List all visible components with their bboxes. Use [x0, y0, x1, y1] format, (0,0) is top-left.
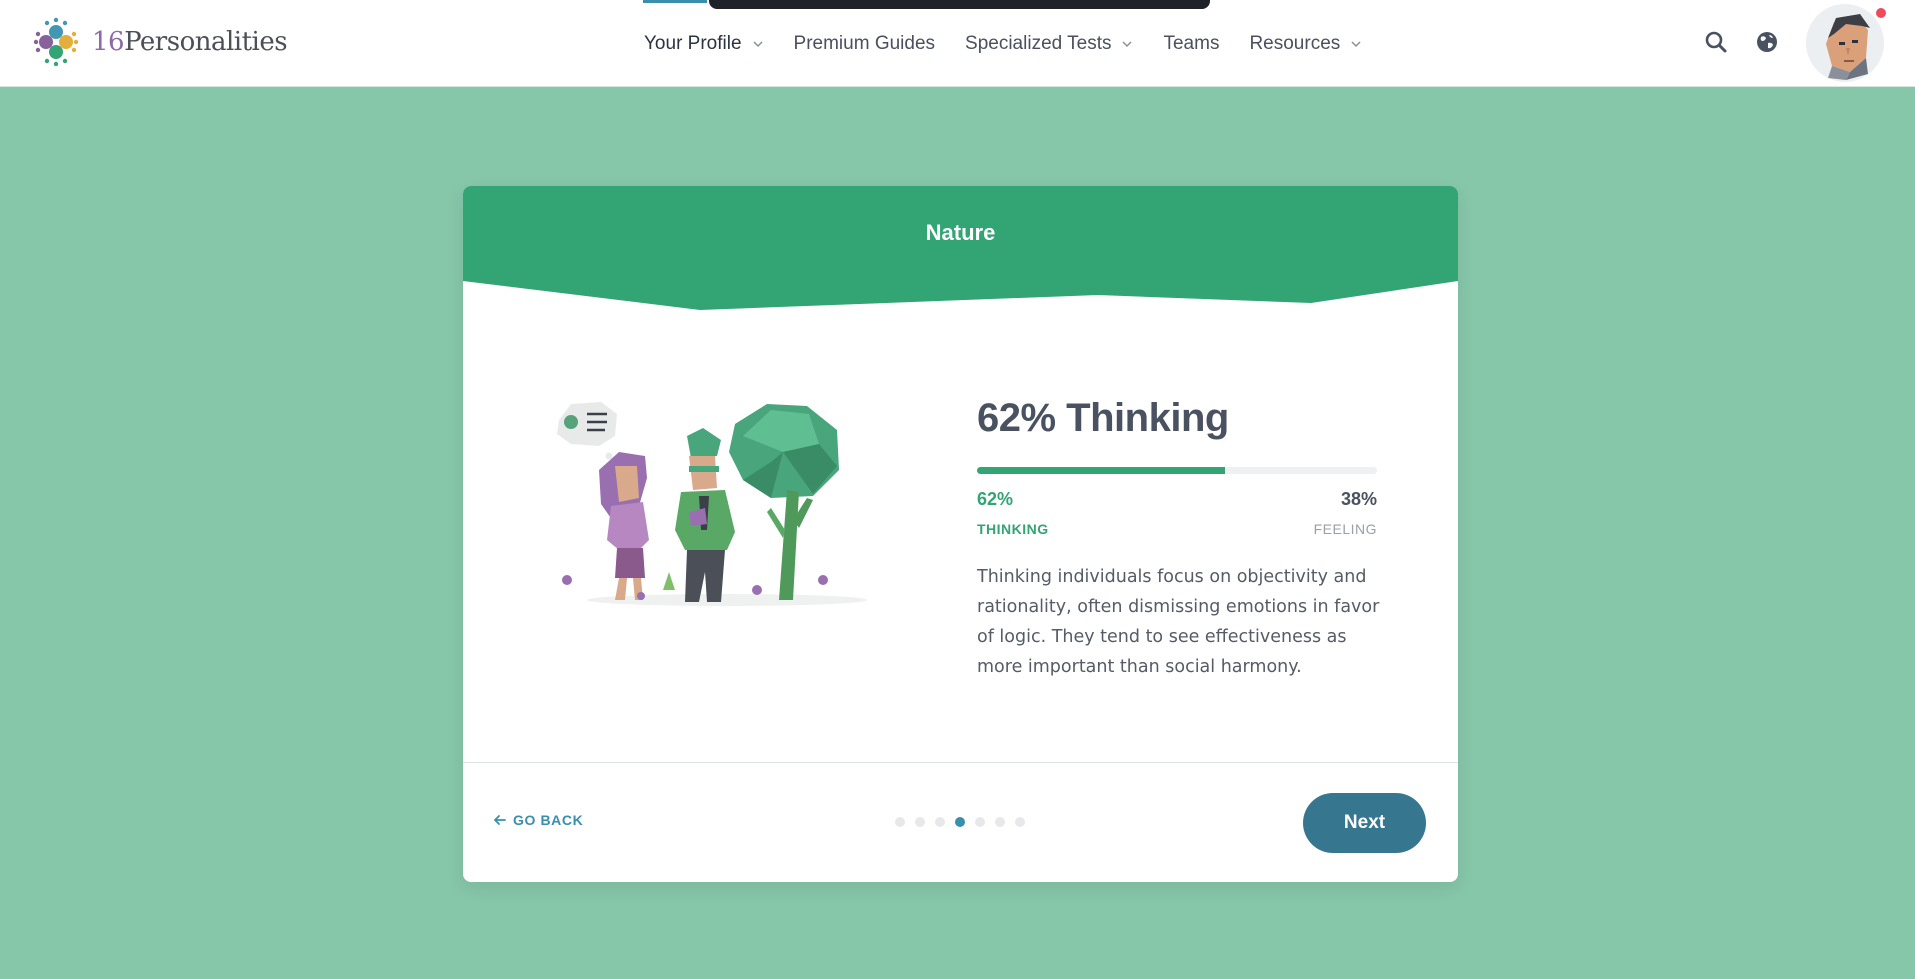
thinking-percentage: 62% — [977, 489, 1014, 509]
trait-progress-bar — [977, 467, 1377, 474]
pager-dot[interactable] — [955, 817, 965, 827]
pager-dot[interactable] — [935, 817, 945, 827]
chevron-down-icon — [1351, 40, 1361, 47]
pager-dot[interactable] — [915, 817, 925, 827]
pager-dot[interactable] — [895, 817, 905, 827]
top-navigation-bar: 16Personalities Your Profile Premium Gui… — [0, 0, 1915, 87]
nav-premium-guides[interactable]: Premium Guides — [794, 33, 936, 55]
chevron-down-icon — [753, 40, 763, 47]
site-logo[interactable]: 16Personalities — [28, 14, 288, 70]
feeling-label: FEELING — [1313, 521, 1377, 537]
logo-wordmark: 16Personalities — [92, 27, 288, 57]
search-icon[interactable] — [1700, 26, 1732, 58]
card-header: Nature — [463, 186, 1458, 312]
nav-teams[interactable]: Teams — [1163, 33, 1219, 55]
chevron-down-icon — [1122, 40, 1133, 47]
feeling-percentage: 38% — [1340, 489, 1377, 509]
arrow-left-icon — [494, 815, 506, 825]
trait-progress-fill — [977, 467, 1225, 474]
pager-dots — [895, 817, 1025, 827]
main-nav: Your Profile Premium Guides Specialized … — [644, 0, 1362, 87]
logo-dots-icon — [28, 14, 84, 70]
globe-icon[interactable] — [1751, 26, 1783, 58]
go-back-button[interactable]: GO BACK — [493, 812, 583, 828]
nav-specialized-tests[interactable]: Specialized Tests — [965, 33, 1133, 55]
thinking-label: THINKING — [977, 521, 1049, 537]
thinking-illustration — [557, 400, 877, 620]
pager-dot[interactable] — [975, 817, 985, 827]
card-divider — [463, 762, 1458, 763]
card-title: Nature — [925, 220, 996, 245]
avatar[interactable] — [1806, 4, 1884, 82]
nav-resources[interactable]: Resources — [1249, 33, 1362, 55]
trait-description: Thinking individuals focus on objectivit… — [977, 567, 1380, 677]
pager-dot[interactable] — [995, 817, 1005, 827]
pager-dot[interactable] — [1015, 817, 1025, 827]
result-card: Nature 62% Thinking 62% 38% THINKING FEE… — [463, 186, 1458, 882]
nav-your-profile[interactable]: Your Profile — [644, 33, 764, 55]
notification-badge — [1874, 6, 1888, 20]
result-title: 62% Thinking — [977, 396, 1229, 440]
next-button[interactable]: Next — [1303, 793, 1426, 853]
